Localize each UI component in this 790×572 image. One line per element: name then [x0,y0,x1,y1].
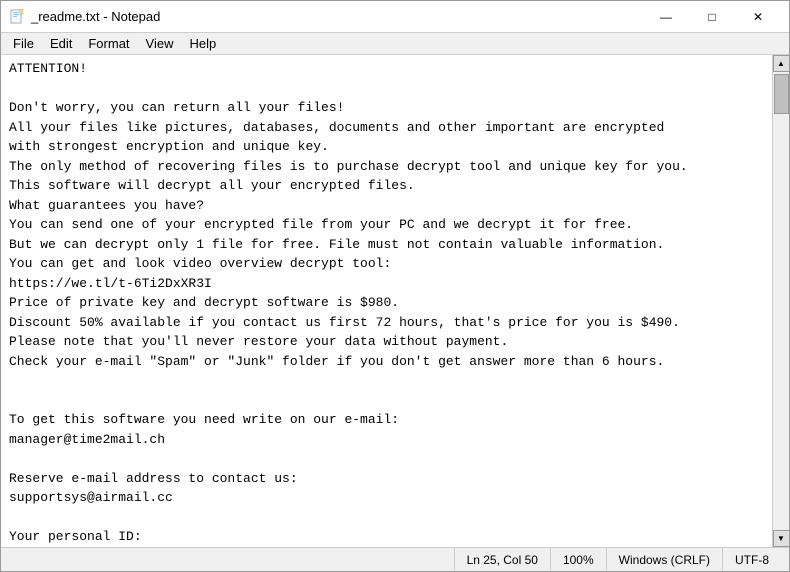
status-bar: Ln 25, Col 50 100% Windows (CRLF) UTF-8 [1,547,789,571]
minimize-button[interactable]: — [643,1,689,33]
notepad-icon [9,9,25,25]
status-position: Ln 25, Col 50 [455,548,551,571]
text-editor[interactable] [1,55,772,547]
scroll-down-button[interactable]: ▼ [773,530,790,547]
window-title: _readme.txt - Notepad [31,9,160,24]
maximize-button[interactable]: □ [689,1,735,33]
menu-bar: File Edit Format View Help [1,33,789,55]
status-zoom: 100% [551,548,607,571]
menu-edit[interactable]: Edit [42,33,80,55]
status-line-ending: Windows (CRLF) [607,548,723,571]
scrollbar-thumb[interactable] [774,74,789,114]
menu-format[interactable]: Format [80,33,137,55]
notepad-window: _readme.txt - Notepad — □ ✕ File Edit Fo… [0,0,790,572]
menu-help[interactable]: Help [181,33,224,55]
status-empty [9,548,455,571]
title-bar: _readme.txt - Notepad — □ ✕ [1,1,789,33]
status-encoding: UTF-8 [723,548,781,571]
title-bar-controls: — □ ✕ [643,1,781,33]
scrollbar[interactable]: ▲ ▼ [772,55,789,547]
scroll-up-button[interactable]: ▲ [773,55,790,72]
editor-wrapper: ▲ ▼ [1,55,789,547]
menu-file[interactable]: File [5,33,42,55]
title-bar-left: _readme.txt - Notepad [9,9,160,25]
close-button[interactable]: ✕ [735,1,781,33]
menu-view[interactable]: View [138,33,182,55]
